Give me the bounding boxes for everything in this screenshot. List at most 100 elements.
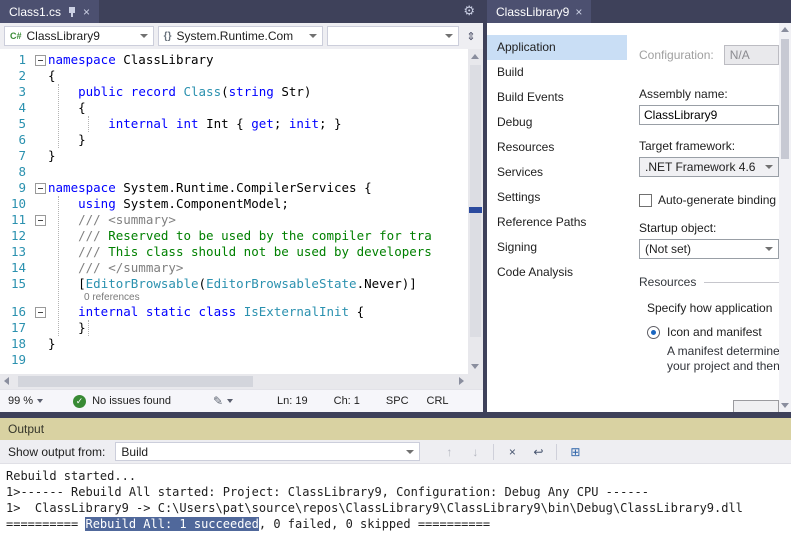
editor-horizontal-scrollbar[interactable]: [0, 374, 468, 389]
code-text: }: [48, 336, 56, 351]
chevron-down-icon: [139, 34, 148, 38]
code-line-16[interactable]: 16 internal static class IsExternalInit …: [0, 304, 468, 320]
code-line-1[interactable]: 1 namespace ClassLibrary: [0, 52, 468, 68]
line-number: 3: [18, 84, 26, 99]
code-text: }: [48, 148, 56, 163]
scroll-down-icon[interactable]: [471, 364, 479, 369]
health-check-icon[interactable]: ✓: [73, 394, 87, 408]
fold-margin: [34, 148, 48, 164]
output-title: Output: [8, 422, 45, 436]
clipped-control[interactable]: [733, 400, 779, 412]
sidebar-item-build[interactable]: Build: [487, 60, 627, 85]
startup-object-dropdown[interactable]: (Not set): [639, 239, 779, 259]
fold-toggle-icon[interactable]: [34, 212, 48, 228]
issues-status[interactable]: No issues found: [92, 395, 171, 407]
code-line-8[interactable]: 8: [0, 164, 468, 180]
code-line-4[interactable]: 4 {: [0, 100, 468, 116]
messages-grid-icon[interactable]: ⊞: [566, 445, 584, 459]
scroll-up-icon[interactable]: [471, 54, 479, 59]
line-number: 14: [10, 260, 26, 275]
code-line-11[interactable]: 11 /// <summary>: [0, 212, 468, 228]
properties-scrollbar[interactable]: [779, 23, 791, 412]
spaces-indicator[interactable]: SPC: [386, 395, 409, 407]
close-icon[interactable]: ×: [83, 6, 90, 18]
code-line-7[interactable]: 7}: [0, 148, 468, 164]
scroll-left-icon[interactable]: [4, 377, 9, 385]
target-framework-dropdown[interactable]: .NET Framework 4.6: [639, 157, 779, 177]
code-editor[interactable]: 1 namespace ClassLibrary 2{3 public record…: [0, 49, 483, 374]
sidebar-item-services[interactable]: Services: [487, 160, 627, 185]
close-icon[interactable]: ×: [575, 6, 582, 18]
code-line-17[interactable]: 17 }: [0, 320, 468, 336]
split-window-icon[interactable]: ⇕: [463, 30, 479, 43]
column-indicator[interactable]: Ch: 1: [334, 395, 360, 407]
sidebar-item-code-analysis[interactable]: Code Analysis: [487, 260, 627, 285]
fold-toggle-icon[interactable]: [34, 52, 48, 68]
code-area[interactable]: 1 namespace ClassLibrary 2{3 public record…: [0, 49, 468, 374]
code-line-19[interactable]: 19: [0, 352, 468, 368]
code-line-13[interactable]: 13 /// This class should not be used by …: [0, 244, 468, 260]
tab-class1-cs[interactable]: Class1.cs ×: [0, 0, 100, 23]
auto-generate-binding-checkbox[interactable]: [639, 193, 652, 207]
gear-icon[interactable]: ⚙: [463, 4, 475, 18]
tab-classlibrary9[interactable]: ClassLibrary9 ×: [487, 0, 592, 23]
pin-icon[interactable]: [67, 6, 77, 18]
configuration-dropdown[interactable]: N/A: [723, 45, 779, 65]
code-line-6[interactable]: 6 }: [0, 132, 468, 148]
scrollbar-thumb[interactable]: [781, 39, 789, 159]
line-indicator[interactable]: Ln: 19: [277, 395, 308, 407]
configuration-value: N/A: [729, 48, 750, 62]
editor-navigation-bar: C# ClassLibrary9 {} System.Runtime.Com ⇕: [0, 23, 483, 49]
chevron-down-icon: [765, 165, 773, 169]
pen-icon[interactable]: ✎: [213, 394, 223, 408]
icon-and-manifest-radio[interactable]: [647, 325, 660, 339]
scroll-up-icon[interactable]: [781, 27, 789, 32]
fold-toggle-icon[interactable]: [34, 304, 48, 320]
code-line-9[interactable]: 9 namespace System.Runtime.CompilerServic…: [0, 180, 468, 196]
chevron-down-icon[interactable]: [227, 399, 234, 403]
output-source-dropdown[interactable]: Build: [115, 442, 421, 461]
codelens-references[interactable]: 0 references: [0, 292, 468, 304]
assembly-name-input[interactable]: [639, 105, 779, 125]
sidebar-item-reference-paths[interactable]: Reference Paths: [487, 210, 627, 235]
project-dropdown[interactable]: C# ClassLibrary9: [4, 26, 154, 46]
clear-all-icon[interactable]: ×: [503, 445, 521, 459]
code-line-14[interactable]: 14 /// </summary>: [0, 260, 468, 276]
code-line-12[interactable]: 12 /// Reserved to be used by the compil…: [0, 228, 468, 244]
output-title-bar[interactable]: Output: [0, 418, 791, 440]
scrollbar-thumb[interactable]: [18, 376, 253, 387]
configuration-label: Configuration:: [639, 48, 714, 62]
fold-margin: [34, 336, 48, 352]
code-line-18[interactable]: 18}: [0, 336, 468, 352]
scrollbar-thumb[interactable]: [470, 65, 481, 337]
code-line-15[interactable]: 15 [EditorBrowsable(EditorBrowsableState…: [0, 276, 468, 292]
scroll-right-icon[interactable]: [459, 377, 464, 385]
prev-message-icon[interactable]: ↑: [440, 445, 458, 459]
code-line-2[interactable]: 2{: [0, 68, 468, 84]
line-number: 8: [18, 164, 26, 179]
target-framework-value: .NET Framework 4.6: [645, 160, 756, 174]
code-line-5[interactable]: 5 internal int Int { get; init; }: [0, 116, 468, 132]
fold-toggle-icon[interactable]: [34, 180, 48, 196]
sidebar-item-application[interactable]: Application: [487, 35, 627, 60]
sidebar-item-debug[interactable]: Debug: [487, 110, 627, 135]
code-line-10[interactable]: 10 using System.ComponentModel;: [0, 196, 468, 212]
line-number: 15: [10, 276, 26, 291]
output-log[interactable]: Rebuild started... 1>------ Rebuild All s…: [0, 464, 791, 539]
sidebar-item-signing[interactable]: Signing: [487, 235, 627, 260]
sidebar-item-build-events[interactable]: Build Events: [487, 85, 627, 110]
next-message-icon[interactable]: ↓: [466, 445, 484, 459]
type-dropdown[interactable]: {} System.Runtime.Com: [157, 26, 324, 46]
scroll-down-icon[interactable]: [781, 403, 789, 408]
editor-vertical-scrollbar[interactable]: [468, 49, 483, 374]
word-wrap-icon[interactable]: ↩: [529, 445, 547, 459]
line-number: 16: [10, 304, 26, 319]
line-number: 18: [10, 336, 26, 351]
zoom-control[interactable]: 99 %: [8, 395, 44, 407]
member-dropdown[interactable]: [327, 26, 460, 46]
code-line-3[interactable]: 3 public record Class(string Str): [0, 84, 468, 100]
sidebar-item-settings[interactable]: Settings: [487, 185, 627, 210]
sidebar-item-resources[interactable]: Resources: [487, 135, 627, 160]
startup-object-label: Startup object:: [639, 221, 717, 235]
eol-indicator[interactable]: CRL: [427, 395, 449, 407]
